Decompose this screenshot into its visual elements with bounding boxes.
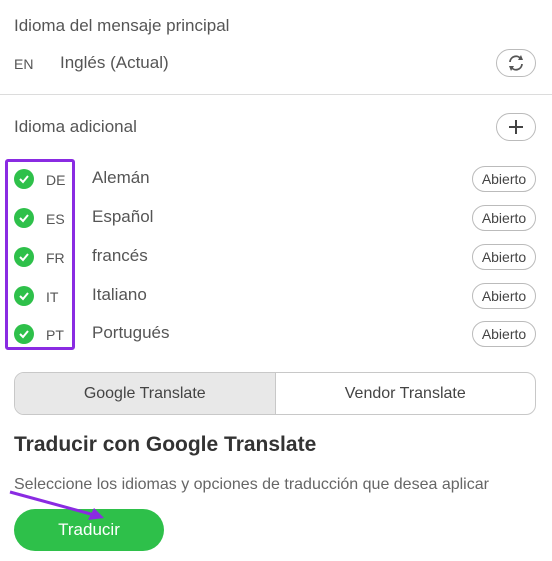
additional-language-title: Idioma adicional	[14, 117, 137, 136]
language-name: Alemán	[92, 168, 150, 187]
translation-provider-tabs: Google Translate Vendor Translate	[14, 372, 536, 415]
language-name: francés	[92, 246, 148, 265]
language-name: Italiano	[92, 285, 147, 304]
language-row-es: ES Español Abierto	[0, 203, 552, 233]
section-divider	[0, 94, 552, 95]
open-button-pt[interactable]: Abierto	[472, 321, 536, 347]
main-language-code: EN	[14, 56, 34, 72]
main-language-name: Inglés (Actual)	[60, 53, 169, 72]
language-name: Portugués	[92, 323, 170, 342]
refresh-language-button[interactable]	[496, 49, 536, 77]
language-row-pt: PT Portugués Abierto	[0, 319, 552, 349]
tab-google-translate[interactable]: Google Translate	[15, 373, 276, 414]
language-row-fr: FR francés Abierto	[0, 242, 552, 272]
open-button-fr[interactable]: Abierto	[472, 244, 536, 270]
language-row-it: IT Italiano Abierto	[0, 281, 552, 311]
refresh-icon	[509, 55, 523, 71]
checkbox-highlight-annotation	[5, 159, 75, 350]
translate-heading: Traducir con Google Translate	[14, 433, 317, 456]
open-button-es[interactable]: Abierto	[472, 205, 536, 231]
add-language-button[interactable]	[496, 113, 536, 141]
tab-vendor-translate[interactable]: Vendor Translate	[276, 373, 536, 414]
translate-description: Seleccione los idiomas y opciones de tra…	[14, 476, 489, 493]
language-row-de: DE Alemán Abierto	[0, 164, 552, 194]
translate-button[interactable]: Traducir	[14, 509, 164, 551]
plus-icon	[509, 120, 523, 134]
main-language-title: Idioma del mensaje principal	[14, 16, 230, 35]
open-button-de[interactable]: Abierto	[472, 166, 536, 192]
language-name: Español	[92, 207, 154, 226]
main-language-row: EN Inglés (Actual)	[0, 52, 552, 78]
open-button-it[interactable]: Abierto	[472, 283, 536, 309]
